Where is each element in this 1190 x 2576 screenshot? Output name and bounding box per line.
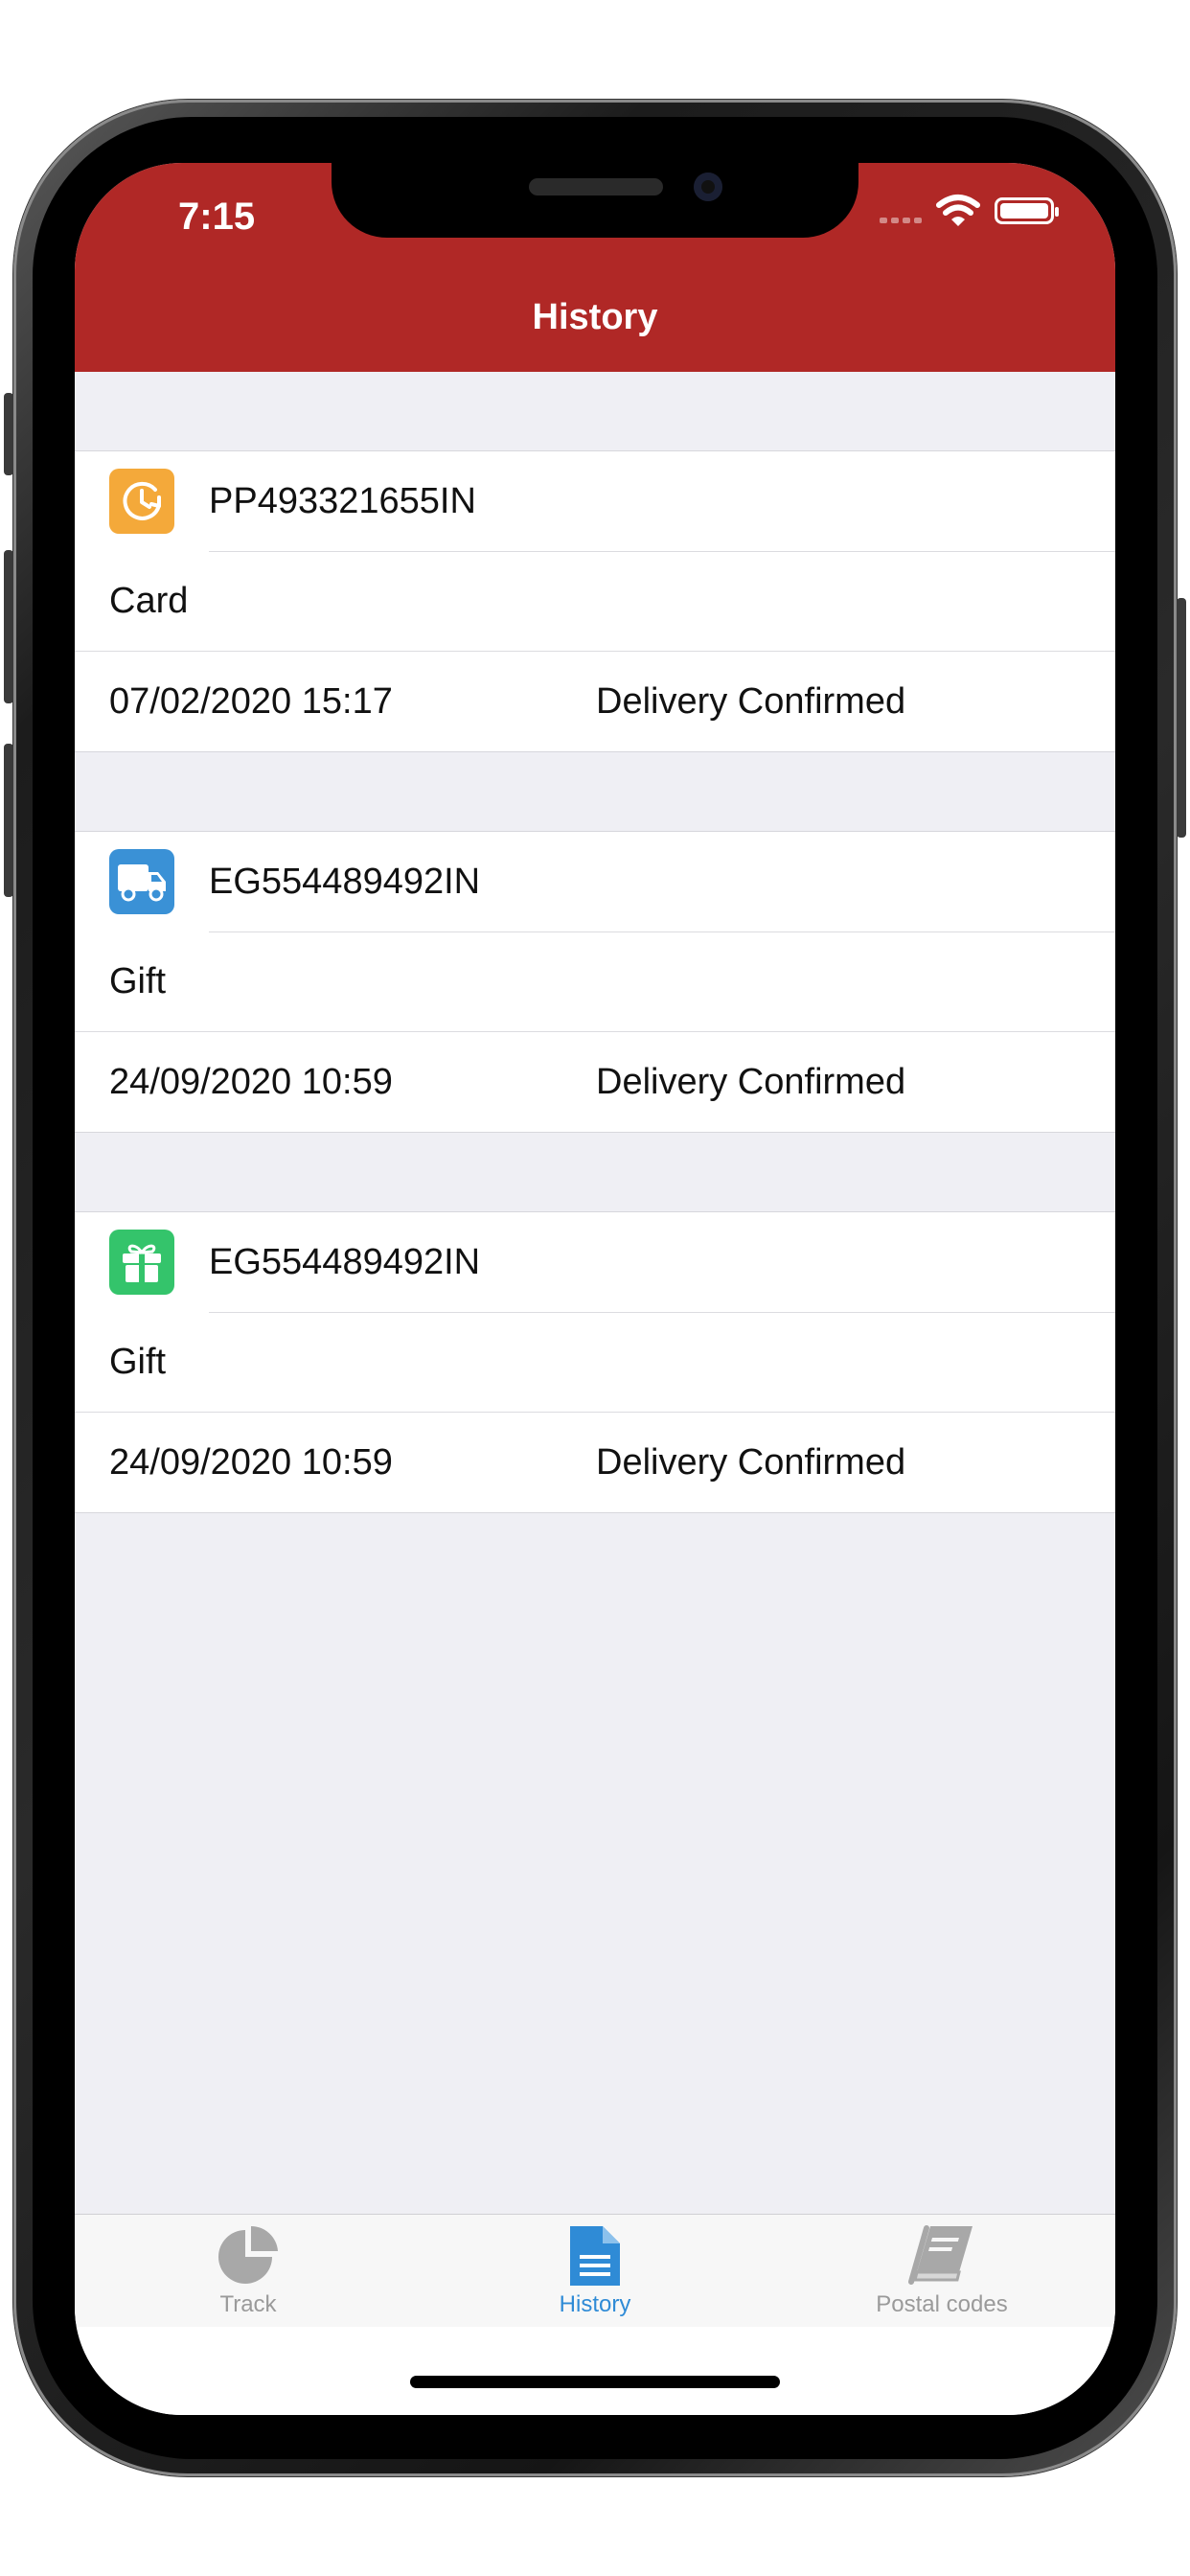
wifi-icon bbox=[936, 195, 980, 226]
tab-label: Track bbox=[219, 2291, 277, 2317]
page-title: History bbox=[532, 297, 658, 337]
app-screen: 7:15 History PP493321655IN Card 07/02/20… bbox=[75, 163, 1115, 2415]
clock-icon bbox=[109, 469, 174, 534]
description-row[interactable]: Gift bbox=[75, 932, 1115, 1031]
notch bbox=[332, 163, 858, 238]
delivery-status: Delivery Confirmed bbox=[596, 1441, 906, 1483]
delivery-status: Delivery Confirmed bbox=[596, 680, 906, 722]
history-card[interactable]: EG554489492IN Gift 24/09/2020 10:59 Deli… bbox=[75, 831, 1115, 1133]
cellular-signal-icon bbox=[880, 211, 926, 228]
header: 7:15 History bbox=[75, 163, 1115, 372]
tracking-number: PP493321655IN bbox=[209, 480, 476, 521]
history-list: PP493321655IN Card 07/02/2020 15:17 Deli… bbox=[75, 450, 1115, 1592]
package-description: Gift bbox=[109, 960, 167, 1001]
status-row[interactable]: 24/09/2020 10:59 Delivery Confirmed bbox=[75, 1412, 1115, 1512]
tab-track[interactable]: Track bbox=[75, 2215, 422, 2328]
tab-history[interactable]: History bbox=[422, 2215, 768, 2328]
status-row[interactable]: 07/02/2020 15:17 Delivery Confirmed bbox=[75, 651, 1115, 751]
book-icon bbox=[908, 2225, 973, 2285]
tracking-number: EG554489492IN bbox=[209, 861, 481, 902]
status-datetime: 24/09/2020 10:59 bbox=[109, 1441, 393, 1483]
history-card[interactable]: PP493321655IN Card 07/02/2020 15:17 Deli… bbox=[75, 450, 1115, 752]
status-datetime: 24/09/2020 10:59 bbox=[109, 1061, 393, 1102]
home-area bbox=[75, 2327, 1115, 2415]
package-description: Gift bbox=[109, 1341, 167, 1382]
tracking-number: EG554489492IN bbox=[209, 1241, 481, 1282]
mute-switch bbox=[4, 393, 13, 475]
pie-chart-icon bbox=[218, 2226, 278, 2284]
tracking-row[interactable]: PP493321655IN bbox=[75, 451, 1115, 551]
status-time: 7:15 bbox=[178, 196, 256, 238]
gift-icon bbox=[109, 1230, 174, 1295]
tab-label: History bbox=[559, 2291, 631, 2317]
delivery-status: Delivery Confirmed bbox=[596, 1061, 906, 1102]
document-icon bbox=[570, 2226, 620, 2286]
front-camera bbox=[694, 172, 722, 201]
tracking-row[interactable]: EG554489492IN bbox=[75, 1212, 1115, 1312]
tab-postal-codes[interactable]: Postal codes bbox=[768, 2215, 1115, 2328]
description-row[interactable]: Gift bbox=[75, 1312, 1115, 1412]
package-description: Card bbox=[109, 580, 189, 621]
home-indicator[interactable] bbox=[410, 2376, 780, 2388]
history-card[interactable]: EG554489492IN Gift 24/09/2020 10:59 Deli… bbox=[75, 1211, 1115, 1513]
truck-icon bbox=[109, 849, 174, 914]
volume-up-button bbox=[4, 550, 13, 703]
tab-bar: Track History Postal codes bbox=[75, 2214, 1115, 2328]
volume-down-button bbox=[4, 744, 13, 897]
power-button bbox=[1177, 598, 1186, 838]
status-datetime: 07/02/2020 15:17 bbox=[109, 680, 393, 722]
battery-icon bbox=[995, 197, 1059, 224]
description-row[interactable]: Card bbox=[75, 551, 1115, 651]
status-row[interactable]: 24/09/2020 10:59 Delivery Confirmed bbox=[75, 1031, 1115, 1132]
speaker-grille bbox=[529, 178, 663, 196]
tab-label: Postal codes bbox=[876, 2291, 1008, 2317]
tracking-row[interactable]: EG554489492IN bbox=[75, 832, 1115, 932]
